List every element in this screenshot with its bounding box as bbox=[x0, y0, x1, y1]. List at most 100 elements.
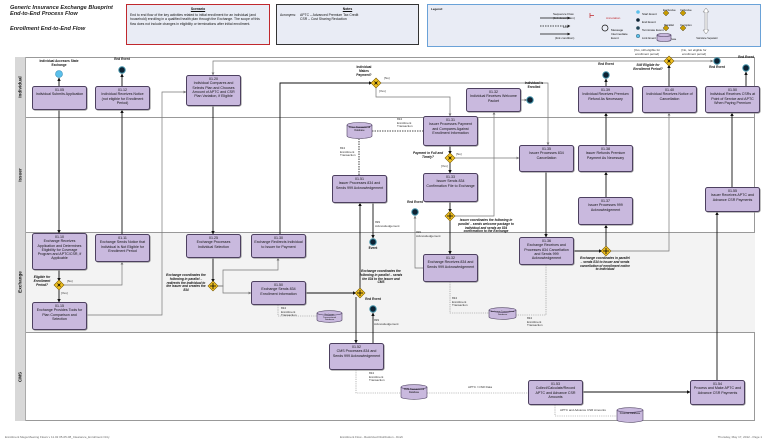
task-01-30[interactable]: 01.30 Exchange Redirects Individual to Is… bbox=[251, 234, 306, 258]
exchange-parallel-annotation-2: Exchange coordinates the following in pa… bbox=[359, 269, 403, 285]
legend-database-icon bbox=[656, 33, 672, 42]
yes-still-label: [Yes, still eligible for enrollment peri… bbox=[633, 48, 661, 56]
task-01-15[interactable]: 01.15 Exchange Provides Tools for Plan Co… bbox=[32, 302, 87, 330]
exchange-parallel-annotation-1: Exchange coordinates the following in pa… bbox=[166, 273, 206, 293]
end-event-label: End Event bbox=[365, 297, 381, 301]
task-label: Exchange Sends 834 Enrollment Informatio… bbox=[260, 287, 297, 296]
task-01-12[interactable]: 01.12 Individual Receives Notice (not eli… bbox=[95, 86, 150, 110]
task-01-40[interactable]: 01.40 Individual Receives Notice of Cance… bbox=[642, 86, 697, 113]
legend-link-event-icon bbox=[636, 34, 641, 39]
issuer-parallel-annotation: Issuer coordinates the following in para… bbox=[458, 218, 514, 234]
sequence-flow bbox=[610, 112, 671, 252]
txn-834-label: 834 Enrollment Transaction bbox=[369, 371, 385, 382]
payment-full-question: Payment in Full and Timely? bbox=[412, 151, 444, 159]
sequence-flow bbox=[413, 215, 423, 269]
financial-database-label: Financial Database bbox=[619, 412, 641, 415]
task-01-35[interactable]: 01.35 Issuer Processes 834 Cancellation bbox=[519, 145, 574, 172]
end-event bbox=[713, 57, 721, 65]
task-01-36[interactable]: 01.36 Exchange Receives and Processes 834… bbox=[519, 237, 574, 265]
legend-swimlane-icon bbox=[702, 7, 710, 35]
txn-834-label: 834 Enrollment Transaction bbox=[452, 296, 468, 307]
legend-timer-icon bbox=[601, 24, 609, 32]
end-event bbox=[602, 71, 610, 79]
legend-end-icon bbox=[636, 18, 640, 22]
task-01-20[interactable]: 01.20 Individual Compares and Selects Pla… bbox=[186, 75, 241, 106]
task-label: Collect/Calculate/Record APTC and Advanc… bbox=[535, 386, 576, 399]
task-label: Exchange Redirects Individual to Issuer … bbox=[254, 240, 303, 249]
ack-999-label: 999 Acknowledgement bbox=[374, 318, 399, 326]
task-label: Issuer Receives APTC and Advance CSR Pay… bbox=[711, 193, 754, 202]
sequence-flow bbox=[279, 81, 373, 234]
task-label: Process and Make APTC and Advance CSR Pa… bbox=[693, 386, 742, 395]
task-01-31[interactable]: 01.31 Issuer Processes Payment and Compar… bbox=[423, 116, 478, 146]
task-01-51[interactable]: 01.51 Issuer Processes 834 and Sends 999 … bbox=[332, 175, 387, 203]
task-label: Exchange Sends Notice that Individual is… bbox=[99, 240, 146, 253]
aptc-csr-data-label: APTC / CSR Data bbox=[468, 385, 493, 389]
end-event bbox=[369, 305, 377, 313]
task-label: Issuer Processes 834 and Sends 999 Ackno… bbox=[335, 181, 384, 190]
end-event bbox=[411, 208, 419, 216]
task-label: Exchange Receives Application and Determ… bbox=[37, 239, 82, 261]
exchange-database-label: Exchange Transactional Database bbox=[322, 314, 337, 321]
cms-database-label: CMS Transactional Database bbox=[403, 388, 425, 394]
task-label: Issuer Sends 834 Confirmation File to Ex… bbox=[426, 179, 475, 188]
task-01-37[interactable]: 01.37 Issuer Processes 999 Acknowledgemen… bbox=[578, 197, 633, 225]
end-event-label: End Event bbox=[738, 55, 754, 59]
end-event-label: End Event bbox=[407, 200, 423, 204]
exchange-database-label: Exchange Transactional Database bbox=[490, 311, 515, 316]
yes-label: [Yes] bbox=[379, 89, 386, 93]
end-event bbox=[369, 238, 377, 246]
task-01-39[interactable]: 01.39 Individual Receives Premium Refund … bbox=[578, 86, 633, 113]
task-label: Individual Receives Notice (not eligible… bbox=[101, 92, 144, 105]
task-label: Individual Receives Notice of Cancellati… bbox=[646, 92, 693, 101]
still-eligible-question: Still Eligible for Enrollment Period? bbox=[633, 63, 663, 71]
ack-999-label: 999 Acknowledgement bbox=[375, 220, 400, 228]
task-01-25[interactable]: 01.25 Exchange Processes Individual Selec… bbox=[186, 234, 241, 258]
footer-left: Enrollment Mega Meeting Flows v 11.02 05… bbox=[5, 435, 110, 439]
task-label: Issuer Processes Payment and Compares Ag… bbox=[429, 122, 472, 135]
task-label: Issuer Refunds Premium Payment As Necess… bbox=[585, 151, 626, 160]
task-label: Individual Receives Premium Refund As Ne… bbox=[582, 92, 629, 101]
legend-terminate-icon bbox=[636, 26, 640, 30]
task-label: Individual Receives CSRs at Point of Ser… bbox=[709, 92, 756, 105]
task-label: Exchange Processes Individual Selection bbox=[196, 240, 231, 249]
task-01-05[interactable]: 01.05 Individual Submits Application bbox=[32, 86, 87, 110]
task-01-50-exchange[interactable]: 01.50 Exchange Sends 834 Enrollment Infor… bbox=[251, 281, 306, 305]
task-01-54[interactable]: 01.54 Process and Make APTC and Advance C… bbox=[690, 380, 745, 405]
end-event bbox=[742, 64, 750, 72]
issuer-database-label: Issuer Transactional Database bbox=[348, 126, 371, 132]
task-01-50-individual[interactable]: 01.50 Individual Receives CSRs at Point o… bbox=[705, 86, 760, 113]
task-label: Exchange Receives and Processes 834 Canc… bbox=[524, 243, 569, 261]
event-label: Event bbox=[368, 246, 378, 250]
no-not-label: [No, not eligible for enrollment period] bbox=[681, 48, 707, 56]
task-label: Exchange Provides Tools for Plan Compari… bbox=[36, 308, 83, 321]
footer-right: Thursday, May 17, 2012 - Page 1 bbox=[717, 435, 762, 439]
task-01-53[interactable]: 01.53 Collect/Calculate/Record APTC and A… bbox=[528, 380, 583, 405]
txn-834-label: 834 Enrollment Transaction bbox=[281, 306, 297, 317]
task-01-55[interactable]: 01.55 Issuer Receives APTC and Advance CS… bbox=[705, 187, 760, 212]
task-label: Individual Receives Welcome Packet bbox=[470, 94, 517, 103]
legend-annotation-icon bbox=[589, 13, 594, 18]
task-01-32-exchange[interactable]: 01.32 Exchange Receives 834 and Sends 999… bbox=[423, 254, 478, 282]
sequence-flow bbox=[217, 285, 252, 295]
task-01-11[interactable]: 01.11 Exchange Sends Notice that Individu… bbox=[95, 234, 150, 262]
exchange-parallel-annotation-3: Exchange coordinates in parallel – sends… bbox=[580, 256, 630, 272]
task-01-32-welcome[interactable]: 01.32 Individual Receives Welcome Packet bbox=[466, 88, 521, 112]
task-label: Exchange Receives 834 and Sends 999 Ackn… bbox=[426, 260, 475, 269]
task-01-10[interactable]: 01.10 Exchange Receives Application and D… bbox=[32, 233, 87, 270]
legend-inclusive-icon bbox=[679, 9, 687, 17]
task-label: Issuer Processes 999 Acknowledgement bbox=[588, 203, 623, 212]
no-label: [No] bbox=[67, 279, 73, 283]
makes-payment-question: Individual Makes Payment? bbox=[356, 65, 372, 77]
task-01-33[interactable]: 01.33 Issuer Sends 834 Confirmation File … bbox=[423, 173, 478, 202]
ack-999-label: 999 Acknowledgement bbox=[416, 230, 441, 238]
legend-start-icon bbox=[636, 10, 640, 14]
txn-834-label: 834 Enrollment Transaction bbox=[340, 146, 356, 157]
task-01-38[interactable]: 01.38 Issuer Refunds Premium Payment As N… bbox=[578, 145, 633, 172]
start-event-label: Individual Accesses State Exchange bbox=[39, 59, 79, 67]
yes-label: [Yes] bbox=[441, 164, 448, 168]
no-label: [No] bbox=[456, 152, 462, 156]
task-label: Individual Submits Application bbox=[35, 92, 84, 97]
start-event bbox=[55, 70, 63, 78]
task-01-52[interactable]: 01.52 CMS Processes 834 and Sends 999 Ack… bbox=[329, 343, 384, 370]
